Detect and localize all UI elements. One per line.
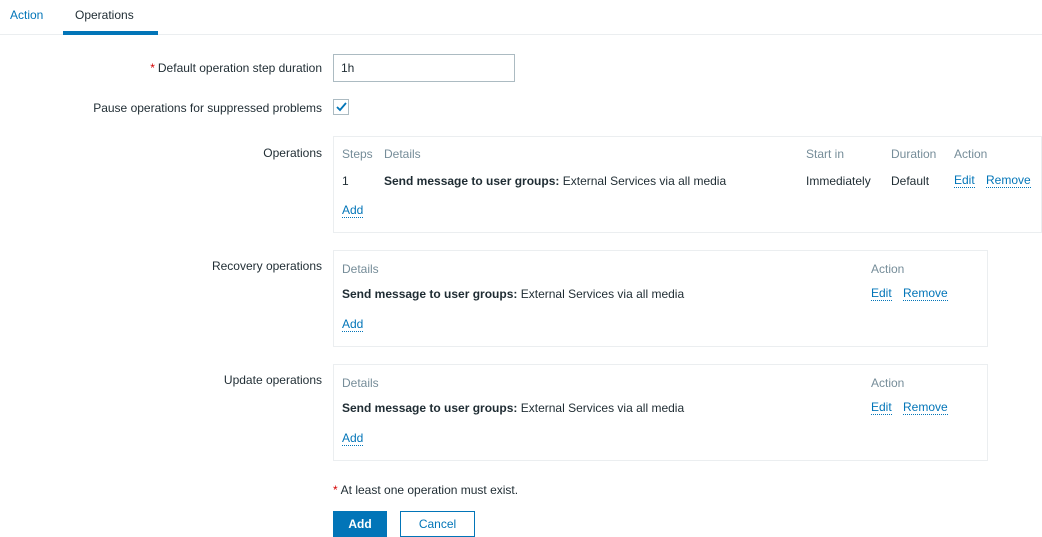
- pause-suppressed-label: Pause operations for suppressed problems: [93, 101, 322, 115]
- operation-edit-link[interactable]: Edit: [954, 174, 975, 188]
- column-header-action: Action: [954, 147, 988, 161]
- cancel-button[interactable]: Cancel: [400, 511, 475, 537]
- recovery-operation-details: Send message to user groups: External Se…: [342, 287, 685, 301]
- column-header-duration: Duration: [891, 147, 937, 161]
- update-remove-link[interactable]: Remove: [903, 401, 948, 415]
- required-asterisk: *: [150, 61, 155, 75]
- operation-step: 1: [342, 174, 349, 188]
- update-edit-link[interactable]: Edit: [871, 401, 892, 415]
- checkmark-icon: [336, 102, 347, 112]
- tab-action[interactable]: Action: [10, 8, 43, 22]
- column-header-action: Action: [871, 376, 905, 390]
- step-duration-label: * Default operation step duration: [150, 61, 322, 75]
- required-hint: * At least one operation must exist.: [333, 483, 519, 497]
- operation-start-in: Immediately: [806, 174, 871, 188]
- required-asterisk: *: [333, 483, 338, 497]
- recovery-operations-label: Recovery operations: [211, 259, 322, 273]
- column-header-action: Action: [871, 262, 905, 276]
- tab-bar: Action Operations: [0, 0, 1042, 35]
- recovery-remove-link[interactable]: Remove: [903, 287, 948, 301]
- operation-details: Send message to user groups: External Se…: [384, 174, 727, 188]
- tab-operations[interactable]: Operations: [75, 8, 134, 22]
- update-operations-label: Update operations: [223, 373, 322, 387]
- update-add-link[interactable]: Add: [342, 432, 364, 446]
- update-operation-details: Send message to user groups: External Se…: [342, 401, 685, 415]
- column-header-start-in: Start in: [806, 147, 845, 161]
- step-duration-input[interactable]: [333, 54, 515, 82]
- column-header-steps: Steps: [342, 147, 373, 161]
- operation-remove-link[interactable]: Remove: [986, 174, 1031, 188]
- operation-duration: Default: [891, 174, 930, 188]
- column-header-details: Details: [342, 376, 379, 390]
- operation-add-link[interactable]: Add: [342, 204, 364, 218]
- column-header-details: Details: [384, 147, 421, 161]
- add-button[interactable]: Add: [333, 511, 387, 537]
- operations-label: Operations: [263, 146, 322, 160]
- recovery-edit-link[interactable]: Edit: [871, 287, 892, 301]
- column-header-details: Details: [342, 262, 379, 276]
- recovery-operations-table: Details Action Send message to user grou…: [333, 250, 988, 347]
- update-operations-table: Details Action Send message to user grou…: [333, 364, 988, 461]
- active-tab-indicator: [63, 31, 158, 35]
- pause-suppressed-checkbox[interactable]: [333, 99, 349, 115]
- operations-table: Steps Details Start in Duration Action 1…: [333, 136, 1042, 233]
- recovery-add-link[interactable]: Add: [342, 318, 364, 332]
